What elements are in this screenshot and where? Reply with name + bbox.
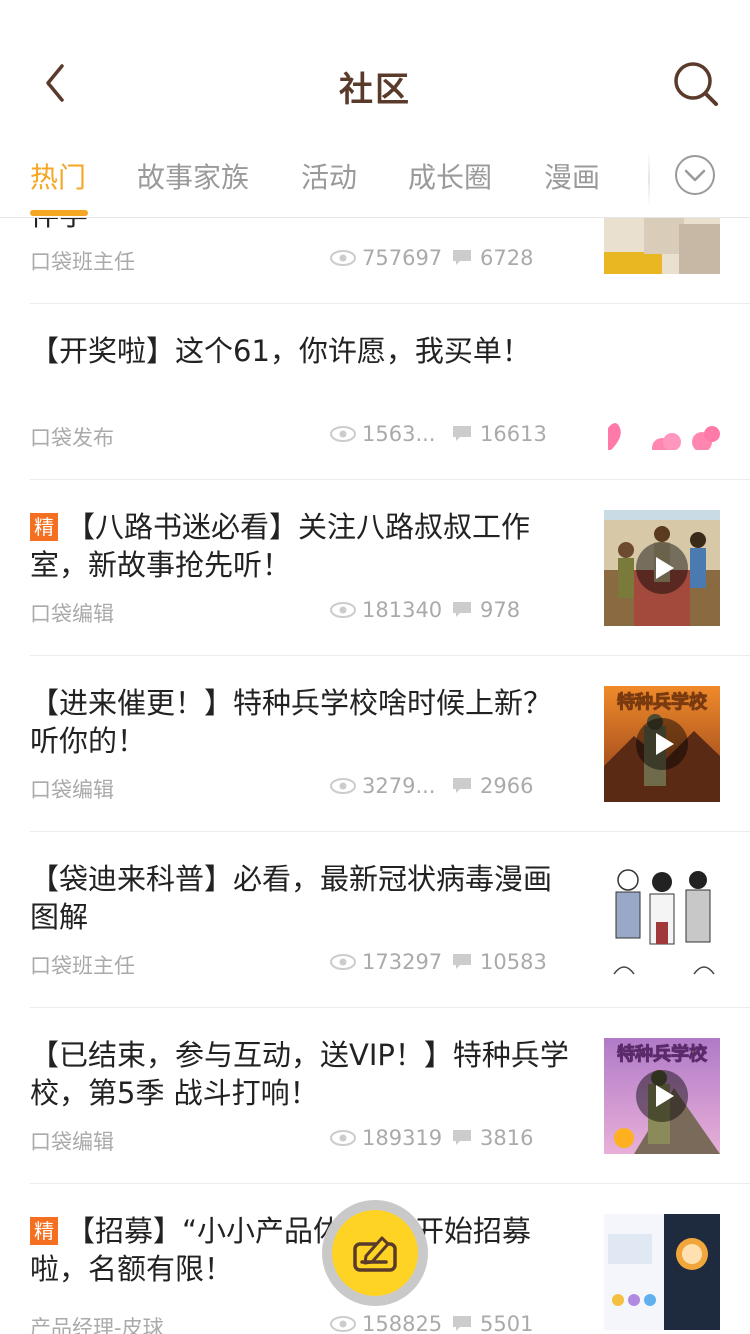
thumbnail-caption: 特种兵学校 xyxy=(617,1043,708,1065)
edit-icon xyxy=(353,1236,397,1272)
comment-count: 5501 xyxy=(452,1312,533,1334)
post-author: 产品经理-皮球 xyxy=(30,1316,164,1334)
active-tab-indicator xyxy=(30,210,88,216)
comment-icon xyxy=(453,778,471,793)
eye-icon xyxy=(330,778,356,794)
comment-count-value: 5501 xyxy=(480,1312,534,1334)
post-meta: 口袋班主任 173297 10583 xyxy=(30,946,590,982)
post-thumbnail[interactable] xyxy=(604,214,720,274)
eye-icon xyxy=(330,602,356,618)
view-count: 1563... xyxy=(330,422,435,446)
post-title-text: 【八路书迷必看】关注八路叔叔工作室，新故事抢先听！ xyxy=(30,510,531,582)
post-author: 口袋发布 xyxy=(30,426,114,450)
post-meta: 口袋编辑 181340 978 xyxy=(30,594,590,630)
play-icon xyxy=(636,542,688,594)
view-count-value: 189319 xyxy=(362,1126,443,1150)
view-count-value: 158825 xyxy=(362,1312,443,1334)
comment-count-value: 6728 xyxy=(480,246,534,270)
comment-icon xyxy=(453,250,471,265)
tab-comics[interactable]: 漫画 xyxy=(544,156,600,196)
eye-icon xyxy=(330,426,356,442)
comment-count-value: 3816 xyxy=(480,1126,534,1150)
post-author: 口袋编辑 xyxy=(30,1130,114,1154)
comment-count: 16613 xyxy=(452,422,547,446)
post-item[interactable]: 精【八路书迷必看】关注八路叔叔工作室，新故事抢先听！ 口袋编辑 181340 9… xyxy=(0,480,750,656)
view-count-value: 3279... xyxy=(362,774,436,798)
play-icon xyxy=(636,718,688,770)
post-item[interactable]: 【袋迪来科普】必看，最新冠状病毒漫画图解 口袋班主任 173297 10583 xyxy=(0,832,750,1008)
featured-badge: 精 xyxy=(30,513,58,541)
view-count: 181340 xyxy=(330,598,442,622)
post-item[interactable]: 【已结束，参与互动，送VIP！】特种兵学校，第5季 战斗打响！ 口袋编辑 189… xyxy=(0,1008,750,1184)
thumbnail-caption: 特种兵学校 xyxy=(617,691,708,713)
post-title: 【开奖啦】这个61，你许愿，我买单！ xyxy=(30,334,531,368)
view-count-value: 181340 xyxy=(362,598,443,622)
view-count-value: 757697 xyxy=(362,246,443,270)
post-title: 精【招募】“小小产品体验官”开始招募啦，名额有限！ xyxy=(30,1212,580,1288)
post-title-text: 【招募】“小小产品体验官”开始招募啦，名额有限！ xyxy=(30,1214,532,1286)
post-item[interactable]: 【开奖啦】这个61，你许愿，我买单！ 口袋发布 1563... 16613 xyxy=(0,304,750,480)
search-icon[interactable] xyxy=(672,60,720,108)
post-author: 口袋班主任 xyxy=(30,954,135,978)
post-title: 【已结束，参与互动，送VIP！】特种兵学校，第5季 战斗打响！ xyxy=(30,1038,569,1110)
post-item[interactable]: 【进来催更！】特种兵学校啥时候上新？听你的！ 口袋编辑 3279... 2966… xyxy=(0,656,750,832)
post-author: 口袋编辑 xyxy=(30,778,114,802)
comment-count: 978 xyxy=(452,598,520,622)
view-count: 158825 xyxy=(330,1312,442,1334)
page-title: 社区 xyxy=(339,70,411,110)
post-thumbnail[interactable]: 特种兵学校 xyxy=(604,686,720,802)
comment-icon xyxy=(453,1130,471,1145)
comment-count: 10583 xyxy=(452,950,547,974)
post-thumbnail[interactable] xyxy=(604,862,720,978)
post-meta: 口袋编辑 3279... 2966 xyxy=(30,770,590,806)
comment-icon xyxy=(453,1316,471,1331)
view-count-value: 173297 xyxy=(362,950,443,974)
category-tabs: 热门 故事家族 活动 成长圈 漫画 xyxy=(0,140,750,218)
post-meta: 口袋编辑 189319 3816 xyxy=(30,1122,590,1158)
post-thumbnail[interactable]: 特种兵学校 xyxy=(604,1038,720,1154)
post-meta: 口袋发布 1563... 16613 xyxy=(30,418,590,454)
play-icon xyxy=(636,1070,688,1122)
eye-icon xyxy=(330,954,356,970)
comment-count-value: 978 xyxy=(480,598,521,622)
post-title: 精【八路书迷必看】关注八路叔叔工作室，新故事抢先听！ xyxy=(30,508,580,584)
eye-icon xyxy=(330,1316,356,1332)
comment-count-value: 10583 xyxy=(480,950,547,974)
chevron-down-icon[interactable] xyxy=(674,154,716,196)
post-thumbnail[interactable] xyxy=(604,334,720,450)
eye-icon xyxy=(330,250,356,266)
eye-icon xyxy=(330,1130,356,1146)
tab-story-family[interactable]: 故事家族 xyxy=(137,156,249,196)
comment-count: 3816 xyxy=(452,1126,533,1150)
view-count: 757697 xyxy=(330,246,442,270)
comment-icon xyxy=(453,426,471,441)
post-title: 【袋迪来科普】必看，最新冠状病毒漫画图解 xyxy=(30,862,553,934)
compose-button[interactable] xyxy=(322,1200,428,1306)
post-title: 【进来催更！】特种兵学校啥时候上新？听你的！ xyxy=(30,686,553,758)
comment-count-value: 2966 xyxy=(480,774,534,798)
tab-divider xyxy=(648,150,650,208)
compose-button-face xyxy=(332,1210,418,1296)
featured-badge: 精 xyxy=(30,1217,58,1245)
comment-count-value: 16613 xyxy=(480,422,547,446)
comment-count: 2966 xyxy=(452,774,533,798)
post-thumbnail[interactable] xyxy=(604,510,720,626)
post-meta: 产品经理-皮球 158825 5501 xyxy=(30,1308,590,1334)
comment-icon xyxy=(453,602,471,617)
comment-icon xyxy=(453,954,471,969)
post-author: 口袋编辑 xyxy=(30,602,114,626)
tab-growth[interactable]: 成长圈 xyxy=(408,156,492,196)
comment-count: 6728 xyxy=(452,246,533,270)
post-author: 口袋班主任 xyxy=(30,250,135,274)
view-count: 189319 xyxy=(330,1126,442,1150)
post-thumbnail[interactable] xyxy=(604,1214,720,1330)
view-count: 3279... xyxy=(330,774,435,798)
view-count-value: 1563... xyxy=(362,422,436,446)
post-meta: 口袋班主任 757697 6728 xyxy=(30,242,590,278)
tab-hot[interactable]: 热门 xyxy=(30,156,86,196)
view-count: 173297 xyxy=(330,950,442,974)
tab-activities[interactable]: 活动 xyxy=(301,156,357,196)
top-bar: 社区 xyxy=(0,0,750,140)
